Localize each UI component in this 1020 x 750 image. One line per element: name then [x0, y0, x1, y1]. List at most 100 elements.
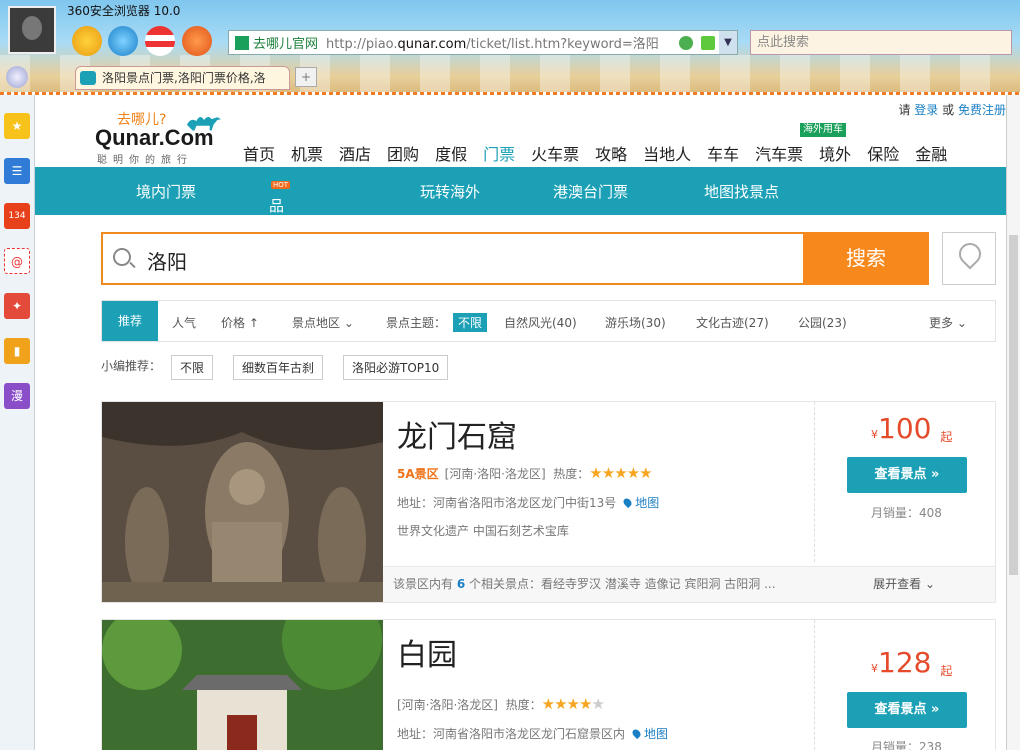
search-button[interactable]: 搜索: [803, 232, 929, 285]
result-card: 龙门石窟 5A景区 [河南·洛阳·洛龙区] 热度：★★★★★ 地址：河南省洛阳市洛…: [101, 401, 996, 603]
camel-icon: [80, 71, 96, 85]
nav-finance[interactable]: 金融: [915, 141, 947, 165]
map-location-button[interactable]: [942, 232, 996, 285]
shell-icon[interactable]: [72, 26, 102, 56]
search-icon: [113, 248, 131, 266]
subnav-hk-mo-tw[interactable]: 港澳台门票: [553, 181, 628, 202]
more-dropdown[interactable]: 更多 ⌄: [929, 314, 967, 331]
nav-flights[interactable]: 机票: [291, 141, 323, 165]
site-name: 去哪儿官网: [253, 37, 319, 52]
starfish-icon[interactable]: [182, 26, 212, 56]
nav-locals[interactable]: 当地人: [643, 141, 691, 165]
subnav-domestic[interactable]: 境内门票: [136, 181, 196, 202]
spot-meta: 5A景区 [河南·洛阳·洛龙区] 热度：★★★★★: [397, 464, 653, 482]
theme-all[interactable]: 不限: [453, 313, 488, 332]
main-nav: 首页 机票 酒店 团购 度假 门票 火车票 攻略 当地人 车车 汽车票 境外 保…: [243, 141, 963, 165]
price-box: ¥100 起 查看景点 » 月销量：408: [814, 402, 995, 562]
nav-bus[interactable]: 汽车票: [755, 141, 803, 165]
news-icon[interactable]: ☰: [4, 158, 30, 184]
subnav-day-tour[interactable]: 品质一日游HOT: [269, 181, 291, 299]
monthly-sales: 月销量：238: [871, 740, 942, 750]
user-avatar[interactable]: [8, 6, 56, 54]
search-input[interactable]: 洛阳: [147, 246, 187, 275]
view-spot-button[interactable]: 查看景点 »: [847, 457, 967, 493]
theme-heritage[interactable]: 文化古迹(27): [696, 314, 769, 331]
scrollbar-thumb[interactable]: [1009, 235, 1018, 575]
subnav-overseas[interactable]: 玩转海外: [420, 181, 480, 202]
register-link[interactable]: 免费注册: [958, 103, 1006, 117]
nav-hotels[interactable]: 酒店: [339, 141, 371, 165]
theme-park[interactable]: 公园(23): [798, 314, 847, 331]
nav-home[interactable]: 首页: [243, 141, 275, 165]
subnav-map-search[interactable]: 地图找景点: [704, 181, 779, 202]
pick-top10[interactable]: 洛阳必游TOP10: [343, 355, 449, 380]
wave-icon[interactable]: [108, 26, 138, 56]
logo-slogan: 聪明你的旅行: [97, 155, 193, 166]
login-link[interactable]: 登录: [914, 103, 938, 117]
picks-label: 小编推荐：: [101, 359, 162, 373]
map-link[interactable]: 地图: [624, 496, 659, 510]
new-tab-button[interactable]: +: [295, 67, 317, 87]
lighthouse-icon[interactable]: [145, 26, 175, 56]
pick-temples[interactable]: 细数百年古刹: [233, 355, 324, 380]
filter-bar: 推荐 人气 价格 ↑ 景点地区 ⌄ 景点主题： 不限 自然风光(40) 游乐场(…: [101, 300, 996, 342]
ticket-subnav: 境内门票 品质一日游HOT 玩转海外 港澳台门票 地图找景点: [35, 167, 1020, 299]
nav-vacation[interactable]: 度假: [435, 141, 467, 165]
theme-label: 景点主题：: [386, 316, 447, 330]
nav-insurance[interactable]: 保险: [867, 141, 899, 165]
overseas-car-badge[interactable]: 海外用车: [800, 123, 846, 137]
price: ¥100 起: [871, 412, 953, 445]
theme-nature[interactable]: 自然风光(40): [504, 314, 577, 331]
spot-name[interactable]: 白园: [397, 630, 457, 674]
chevron-down-icon: ⌄: [924, 577, 935, 591]
left-sidebar: ★ ☰ 134 @ ✦ ▮ 漫: [0, 95, 35, 750]
weibo-icon[interactable]: 134: [4, 203, 30, 229]
nav-tickets[interactable]: 门票: [483, 141, 515, 165]
refresh-icon[interactable]: [679, 35, 693, 50]
favorites-star-icon[interactable]: ★: [4, 113, 30, 139]
sort-recommend[interactable]: 推荐: [102, 301, 158, 341]
sort-popular[interactable]: 人气: [172, 314, 196, 331]
related-spots: 该景区内有 6 个相关景点：看经寺罗汉 潜溪寺 造像记 宾阳洞 古阳洞 ... …: [383, 566, 995, 602]
location-pin-icon: [954, 238, 986, 270]
sort-price[interactable]: 价格 ↑: [221, 314, 259, 331]
book-icon[interactable]: ▮: [4, 338, 30, 364]
price-box: ¥128 起 查看景点 » 月销量：238: [814, 620, 995, 750]
view-spot-button[interactable]: 查看景点 »: [847, 692, 967, 728]
map-link[interactable]: 地图: [633, 727, 668, 741]
comic-icon[interactable]: 漫: [4, 383, 30, 409]
site-header: 去哪儿? Qunar.Com 聪明你的旅行 请 登录 或 免费注册 海外用车 首…: [35, 95, 1020, 167]
nav-train[interactable]: 火车票: [531, 141, 579, 165]
vertical-scrollbar[interactable]: [1006, 95, 1020, 750]
address-dropdown-button[interactable]: ▼: [719, 31, 737, 54]
nav-group-buy[interactable]: 团购: [387, 141, 419, 165]
speed-icon[interactable]: [701, 35, 715, 50]
chevron-down-icon: ⌄: [956, 316, 967, 330]
area-dropdown[interactable]: 景点地区 ⌄: [292, 314, 354, 331]
baiyuan-image[interactable]: [102, 620, 383, 750]
url-text[interactable]: http://piao.qunar.com/ticket/list.htm?ke…: [326, 33, 675, 52]
longmen-grottoes-image[interactable]: [102, 402, 383, 602]
browser-menu-icon[interactable]: [6, 66, 28, 88]
nav-overseas[interactable]: 境外: [819, 141, 851, 165]
web-page: 去哪儿? Qunar.Com 聪明你的旅行 请 登录 或 免费注册 海外用车 首…: [35, 95, 1020, 750]
spot-name[interactable]: 龙门石窟: [397, 412, 517, 456]
nav-guides[interactable]: 攻略: [595, 141, 627, 165]
active-tab[interactable]: 洛阳景点门票,洛阳门票价格,洛: [75, 66, 290, 90]
result-card: 白园 [河南·洛阳·洛龙区] 热度：★★★★★ 地址：河南省洛阳市洛龙区龙门石窟…: [101, 619, 996, 750]
browser-search-input[interactable]: 点此搜索: [750, 30, 1012, 55]
level-badge: 5A景区: [397, 467, 439, 481]
game-icon[interactable]: ✦: [4, 293, 30, 319]
nav-cars[interactable]: 车车: [707, 141, 739, 165]
address-bar[interactable]: 去哪儿官网 http://piao.qunar.com/ticket/list.…: [228, 30, 738, 55]
hot-badge: HOT: [271, 181, 291, 189]
search-box: 洛阳 搜索: [101, 232, 929, 285]
expand-link[interactable]: 展开查看 ⌄: [873, 567, 935, 601]
site-favicon: [235, 35, 249, 50]
monthly-sales: 月销量：408: [871, 506, 942, 520]
mail-icon[interactable]: @: [4, 248, 30, 274]
browser-window: 360安全浏览器 10.0 去哪儿官网 http://piao.qunar.co…: [0, 0, 1020, 750]
login-area: 请 登录 或 免费注册: [898, 103, 1006, 117]
theme-amusement[interactable]: 游乐场(30): [605, 314, 666, 331]
pick-all[interactable]: 不限: [171, 355, 214, 380]
